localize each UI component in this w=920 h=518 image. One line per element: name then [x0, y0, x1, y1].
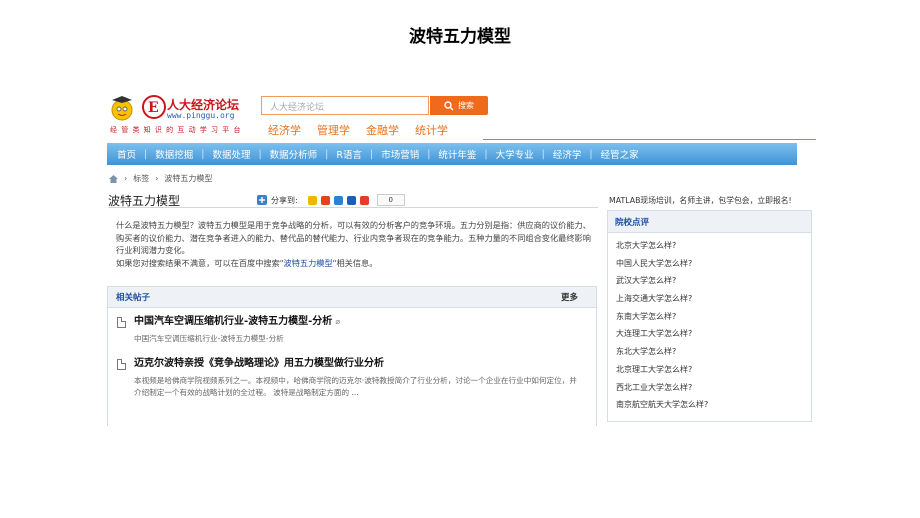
tencent-weibo-icon[interactable] [333, 195, 343, 205]
header-divider [483, 139, 816, 140]
subject-links: 经济学 管理学 金融学 统计学 [268, 122, 448, 138]
nav-item-yearbook[interactable]: 统计年鉴 [419, 147, 476, 161]
college-link[interactable]: 中国人民大学怎么样? [616, 255, 811, 273]
post-title[interactable]: 迈克尔波特亲授《竞争战略理论》用五力模型做行业分析 [134, 353, 596, 375]
tag-description: 什么是波特五力模型？波特五力模型是用于竞争战略的分析，可以有效的分析客户的竞争环… [116, 219, 594, 269]
college-link[interactable]: 南京航空航天大学怎么样? [616, 396, 811, 414]
qzone-icon[interactable] [307, 195, 317, 205]
main-nav: 首页 数据挖掘 数据处理 数据分析师 R语言 市场营销 统计年鉴 大学专业 经济… [107, 143, 797, 165]
college-link[interactable]: 大连理工大学怎么样? [616, 325, 811, 343]
subject-link[interactable]: 统计学 [415, 122, 448, 138]
site-url: www.pinggu.org [167, 111, 235, 120]
nav-item-r-language[interactable]: R语言 [317, 147, 362, 161]
slide-title: 波特五力模型 [409, 27, 511, 47]
share-bar: 分享到: 0 [257, 194, 405, 206]
heading-divider [108, 207, 598, 208]
nav-item-data-analyst[interactable]: 数据分析师 [250, 147, 318, 161]
subject-link[interactable]: 经济学 [268, 122, 301, 138]
share-count: 0 [376, 194, 405, 206]
search-hint-prefix: 如果您对搜索结果不满意，可以在百度中搜索" [116, 257, 284, 268]
college-review-title: 院校点评 [608, 211, 811, 233]
mascot-icon [111, 96, 133, 121]
subject-link[interactable]: 金融学 [366, 122, 399, 138]
college-review-panel: 院校点评 北京大学怎么样? 中国人民大学怎么样? 武汉大学怎么样? 上海交通大学… [607, 210, 812, 422]
nav-item-data-processing[interactable]: 数据处理 [193, 147, 250, 161]
kaixin-icon[interactable] [359, 195, 369, 205]
subject-link[interactable]: 管理学 [317, 122, 350, 138]
e-logo-icon: E [142, 95, 166, 119]
college-link[interactable]: 东北大学怎么样? [616, 343, 811, 361]
home-icon[interactable] [109, 174, 118, 183]
promo-link[interactable]: MATLAB现场培训，名师主讲，包学包会，立即报名! [609, 195, 792, 206]
college-link[interactable]: 东南大学怎么样? [616, 308, 811, 326]
post-title[interactable]: 中国汽车空调压缩机行业-波特五力模型-分析 ⌀ [134, 311, 596, 333]
breadcrumb-tag[interactable]: 标签 [133, 173, 149, 184]
college-link[interactable]: 武汉大学怎么样? [616, 272, 811, 290]
share-plus-icon[interactable] [257, 195, 267, 205]
nav-item-marketing[interactable]: 市场营销 [362, 147, 419, 161]
baidu-search-link[interactable]: 波特五力模型 [284, 258, 333, 268]
nav-item-home[interactable]: 首页 [117, 147, 136, 161]
related-more-link[interactable]: 更多 [561, 291, 578, 303]
document-icon [117, 359, 126, 370]
college-list: 北京大学怎么样? 中国人民大学怎么样? 武汉大学怎么样? 上海交通大学怎么样? … [608, 233, 811, 414]
breadcrumb-separator: › [155, 174, 159, 183]
site-slogan: 经 管 类 知 识 的 互 动 学 习 平 台 [110, 126, 242, 134]
description-text: 什么是波特五力模型？波特五力模型是用于竞争战略的分析，可以有效的分析客户的竞争环… [116, 220, 591, 255]
breadcrumb-separator: › [124, 174, 128, 183]
list-item: 迈克尔波特亲授《竞争战略理论》用五力模型做行业分析 本视频是哈佛商学院视频系列之… [108, 353, 596, 399]
breadcrumb: › 标签 › 波特五力模型 [109, 173, 212, 184]
renren-icon[interactable] [346, 195, 356, 205]
svg-text:E: E [148, 100, 159, 116]
weibo-icon[interactable] [320, 195, 330, 205]
search-button[interactable]: 搜索 [430, 96, 488, 115]
search-input[interactable]: 人大经济论坛 [261, 96, 429, 115]
college-link[interactable]: 西北工业大学怎么样? [616, 379, 811, 397]
college-link[interactable]: 北京理工大学怎么样? [616, 361, 811, 379]
list-item: 中国汽车空调压缩机行业-波特五力模型-分析 ⌀ 中国汽车空调压缩机行业-波特五力模… [108, 311, 596, 345]
nav-item-economics[interactable]: 经济学 [534, 147, 582, 161]
document-icon [117, 317, 126, 328]
search-button-label: 搜索 [458, 101, 474, 110]
college-link[interactable]: 上海交通大学怎么样? [616, 290, 811, 308]
search-hint-suffix: "相关信息。 [332, 257, 378, 268]
nav-item-jgzj[interactable]: 经管之家 [581, 147, 639, 161]
related-posts-title: 相关帖子 [116, 293, 151, 303]
share-label: 分享到: [271, 195, 298, 205]
post-snippet: 中国汽车空调压缩机行业-波特五力模型-分析 [134, 334, 284, 343]
post-snippet: 本视频是哈佛商学院视频系列之一。本视频中，哈佛商学院的迈克尔·波特教授简介了行业… [134, 376, 577, 397]
attachment-icon: ⌀ [335, 317, 341, 326]
related-posts: 相关帖子 更多 中国汽车空调压缩机行业-波特五力模型-分析 ⌀ 中国汽车空调压缩机… [107, 286, 597, 426]
related-posts-header: 相关帖子 更多 [108, 287, 596, 308]
search-icon [444, 100, 454, 110]
nav-item-data-mining[interactable]: 数据挖掘 [136, 147, 193, 161]
breadcrumb-current: 波特五力模型 [164, 174, 213, 183]
nav-item-majors[interactable]: 大学专业 [476, 147, 534, 161]
college-link[interactable]: 北京大学怎么样? [616, 237, 811, 255]
